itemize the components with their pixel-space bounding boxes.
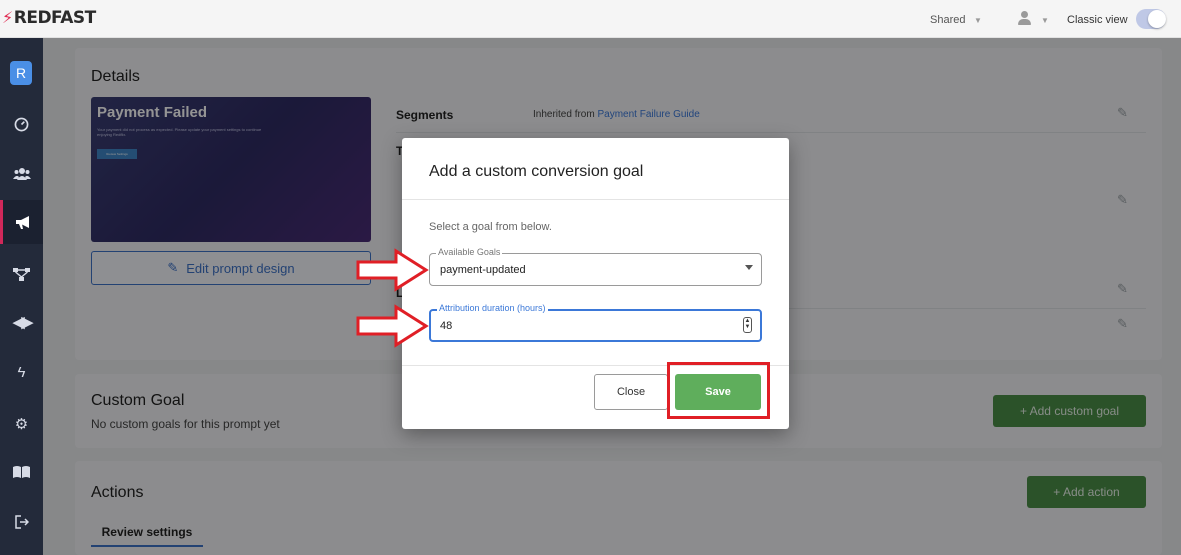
user-caret-icon[interactable]: ▼ (1041, 16, 1049, 25)
sidebar-item-integrations[interactable]: ◀▶ (0, 300, 43, 344)
dialog-hint: Select a goal from below. (429, 221, 552, 233)
attribution-duration-label: Attribution duration (hours) (437, 303, 548, 313)
lightning-icon: ϟ (17, 363, 26, 381)
dialog-divider (402, 199, 789, 200)
logout-icon (14, 515, 29, 529)
right-arrow-icon (356, 248, 429, 292)
sidebar-item-users[interactable] (0, 152, 43, 196)
sidebar-item-triggers[interactable]: ϟ (0, 350, 43, 394)
sidebar-item-docs[interactable] (0, 450, 43, 494)
close-button[interactable]: Close (594, 374, 668, 410)
double-chevron-icon: ◀▶ (12, 314, 33, 331)
megaphone-icon (16, 215, 29, 229)
dropdown-caret-icon[interactable] (745, 265, 753, 270)
save-highlight-box (667, 362, 770, 419)
dialog-title: Add a custom conversion goal (429, 163, 644, 180)
number-stepper-icon[interactable]: ▲ ▼ (743, 317, 752, 333)
attribution-duration-value: 48 (440, 320, 453, 332)
sidebar-item-dashboard[interactable] (0, 102, 43, 146)
sidebar-item-settings[interactable]: ⚙ (0, 402, 43, 446)
sidebar-item-prompts[interactable] (0, 200, 43, 244)
dashboard-gauge-icon (14, 117, 29, 131)
sidebar: R ◀▶ ϟ ⚙ (0, 38, 43, 555)
available-goals-select[interactable]: Available Goals payment-updated (429, 247, 762, 286)
account-avatar[interactable]: R (10, 61, 32, 85)
user-icon[interactable] (1016, 11, 1032, 25)
users-group-icon (12, 168, 31, 180)
flow-icon (13, 267, 30, 281)
available-goals-value: payment-updated (440, 264, 526, 276)
gear-icon: ⚙ (14, 416, 29, 433)
lightning-bolt-icon: ⚡ (2, 8, 13, 27)
book-icon (13, 466, 30, 478)
logo[interactable]: ⚡REDFAST (2, 8, 96, 28)
sidebar-item-flows[interactable] (0, 252, 43, 296)
attribution-duration-input[interactable]: Attribution duration (hours) 48 ▲ ▼ (429, 303, 762, 342)
top-bar: ⚡REDFAST Shared ▼ ▼ Classic view (0, 0, 1181, 38)
sidebar-item-logout[interactable] (0, 500, 43, 544)
shared-dropdown[interactable]: Shared (930, 14, 965, 26)
shared-caret-icon[interactable]: ▼ (974, 16, 982, 25)
classic-view-label: Classic view (1067, 14, 1128, 26)
available-goals-label: Available Goals (436, 247, 503, 257)
classic-view-toggle[interactable] (1136, 9, 1166, 29)
right-arrow-icon (356, 304, 429, 348)
